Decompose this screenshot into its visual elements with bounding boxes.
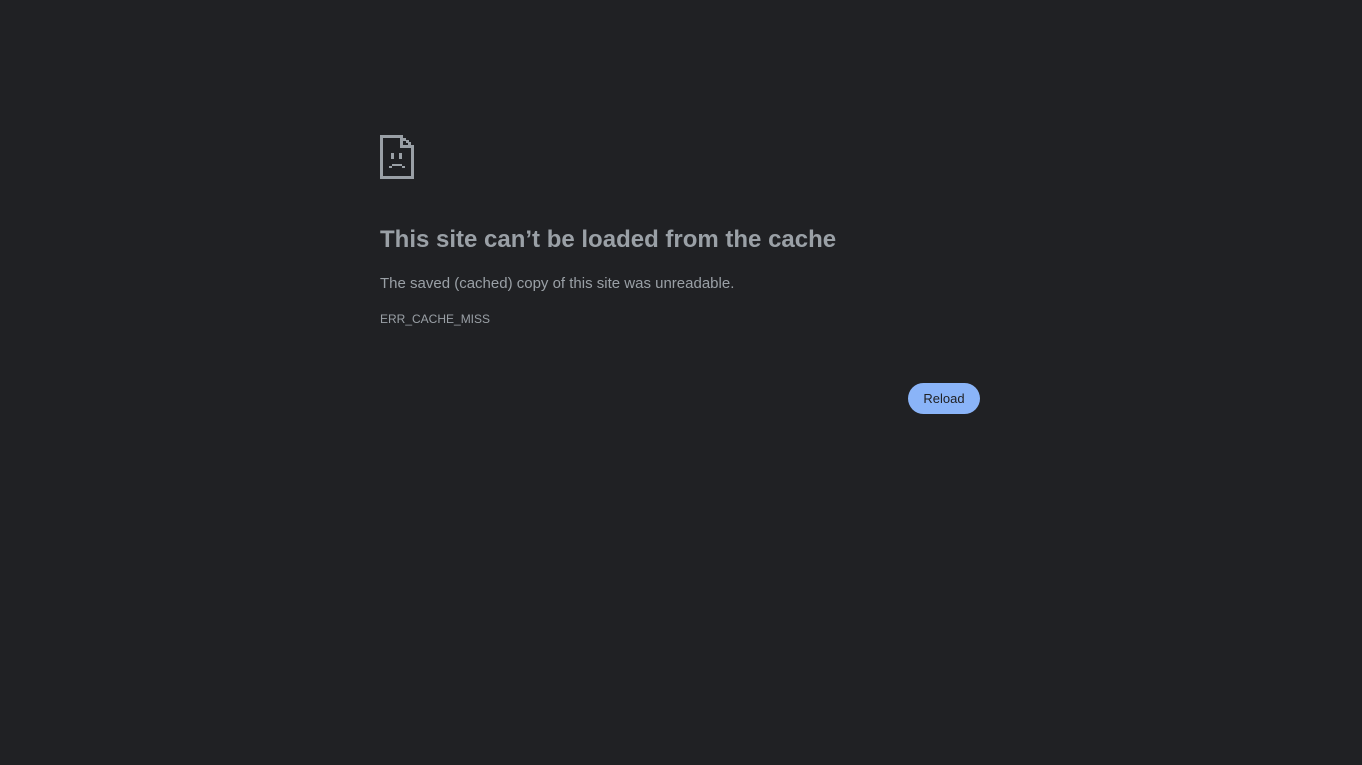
error-title: This site can’t be loaded from the cache (380, 226, 837, 253)
error-page: This site can’t be loaded from the cache… (0, 0, 1362, 765)
error-code: ERR_CACHE_MISS (380, 312, 491, 326)
error-content: This site can’t be loaded from the cache… (380, 135, 980, 326)
reload-button[interactable]: Reload (908, 383, 980, 414)
sad-page-icon (380, 135, 414, 179)
error-description: The saved (cached) copy of this site was… (380, 275, 735, 292)
